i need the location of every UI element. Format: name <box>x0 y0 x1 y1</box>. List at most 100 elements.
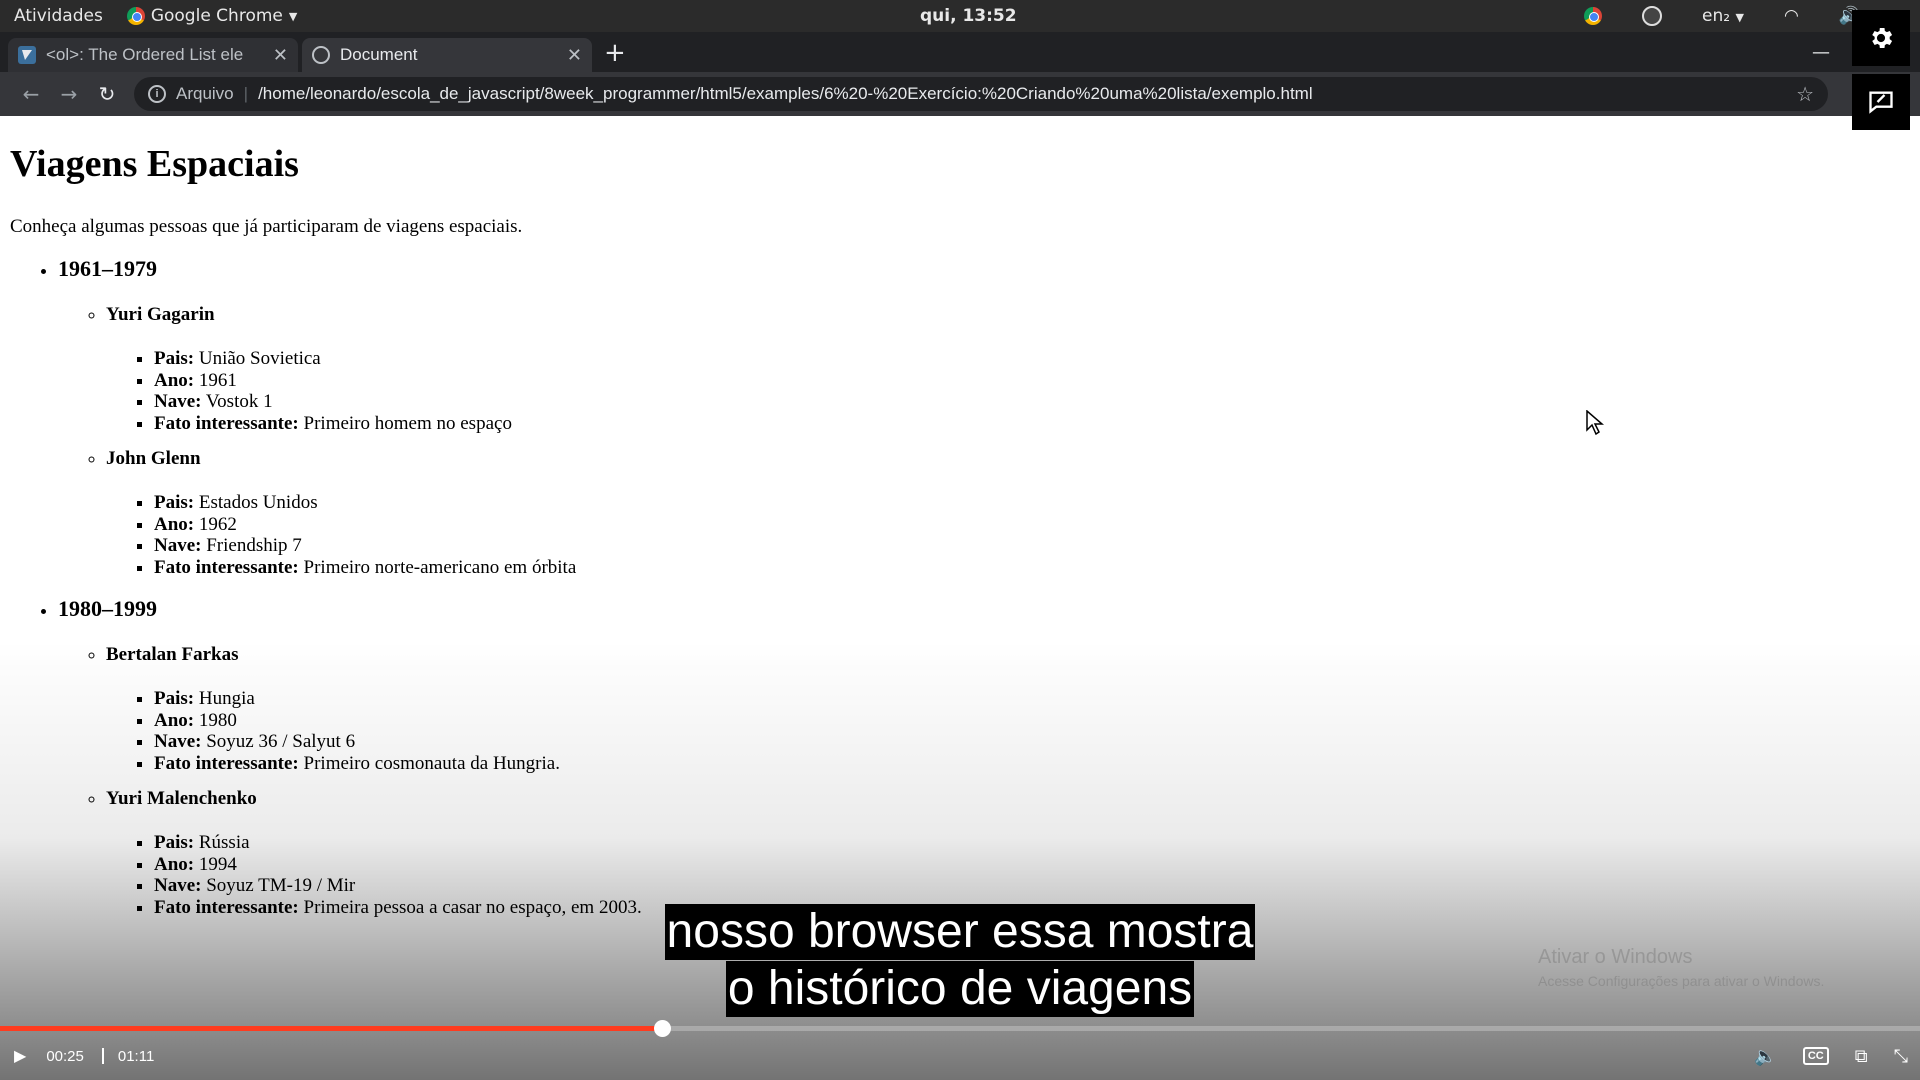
video-controls: ▶ 00:25 01:11 🔈 CC ⧉ ⤡ <box>0 1036 1920 1076</box>
tab-mdn-ol[interactable]: <ol>: The Ordered List ele ✕ <box>8 38 298 72</box>
exit-fullscreen-icon[interactable]: ⤡ <box>1894 1046 1908 1067</box>
fact-value: Rússia <box>198 832 250 853</box>
fact-key: Ano: <box>154 369 195 391</box>
fact-value: Primeiro homem no espaço <box>303 412 512 434</box>
app-menu[interactable]: Google Chrome ▼ <box>126 6 298 26</box>
fact-value: 1961 <box>198 369 237 391</box>
new-tab-button[interactable]: + <box>604 38 626 68</box>
chevron-down-icon: ▼ <box>1735 11 1744 24</box>
reload-button[interactable]: ↻ <box>88 82 126 106</box>
page-intro: Conheça algumas pessoas que já participa… <box>10 216 523 237</box>
era-label: 1961–1979 <box>58 256 157 281</box>
keyboard-layout-label: en₂ <box>1702 6 1731 26</box>
fact-key: Nave: <box>154 391 202 412</box>
gear-icon <box>1872 27 1893 49</box>
video-settings-button[interactable] <box>1852 10 1910 66</box>
address-bar[interactable]: i Arquivo | /home/leonardo/escola_de_jav… <box>134 77 1828 111</box>
tab-strip: <ol>: The Ordered List ele ✕ Document ✕ … <box>0 32 1920 72</box>
person-name: Bertalan Farkas <box>106 644 239 665</box>
person-item: Yuri Malenchenko Pais: Rússia Ano: 1994 … <box>106 788 1910 918</box>
fact-item: Nave: Friendship 7 <box>154 535 1910 557</box>
play-icon[interactable]: ▶ <box>14 1046 26 1066</box>
fact-key: Nave: <box>154 731 202 752</box>
video-subtitles: nosso browser essa mostra o histórico de… <box>0 904 1920 1018</box>
page-title: Viagens Espaciais <box>10 143 299 185</box>
fact-value: Vostok 1 <box>205 391 273 412</box>
picture-in-picture-icon[interactable]: ⧉ <box>1855 1046 1868 1067</box>
fact-key: Ano: <box>154 853 195 875</box>
fact-value: Hungia <box>198 688 255 709</box>
tab-title: Document <box>340 45 418 64</box>
person-item: Yuri Gagarin Pais: União Sovietica Ano: … <box>106 304 1910 434</box>
fact-value: Primeiro norte-americano em órbita <box>303 556 577 578</box>
close-icon[interactable]: ✕ <box>567 45 582 66</box>
wifi-icon[interactable]: ◠ <box>1784 6 1799 26</box>
fact-key: Fato interessante: <box>154 556 299 578</box>
video-progress-played <box>0 1026 663 1031</box>
info-icon[interactable]: i <box>148 85 166 103</box>
person-name: Yuri Malenchenko <box>106 788 257 809</box>
app-menu-label: Google Chrome <box>150 6 283 26</box>
fact-item: Ano: 1961 <box>154 370 1910 392</box>
person-item: Bertalan Farkas Pais: Hungia Ano: 1980 N… <box>106 644 1910 774</box>
fact-key: Pais: <box>154 492 195 513</box>
fact-value: 1994 <box>198 853 237 875</box>
fact-item: Pais: União Sovietica <box>154 348 1910 370</box>
system-clock[interactable]: qui, 13:52 <box>920 6 1017 26</box>
address-scheme-label: Arquivo <box>176 84 234 103</box>
obs-tray-icon[interactable] <box>1642 6 1663 26</box>
fact-item: Nave: Vostok 1 <box>154 391 1910 413</box>
fact-item: Pais: Hungia <box>154 688 1910 710</box>
era-item: 1980–1999 Bertalan Farkas Pais: Hungia A… <box>58 596 1910 918</box>
video-progress-bar[interactable] <box>0 1020 1920 1037</box>
video-duration: 01:11 <box>117 1047 155 1065</box>
tab-document[interactable]: Document ✕ <box>302 38 592 72</box>
mouse-cursor-icon <box>1586 410 1604 436</box>
era-item: 1961–1979 Yuri Gagarin Pais: União Sovie… <box>58 256 1910 578</box>
fact-value: Friendship 7 <box>206 535 302 556</box>
fact-value: União Sovietica <box>198 348 321 369</box>
fact-item: Ano: 1994 <box>154 854 1910 876</box>
bookmark-star-icon[interactable]: ☆ <box>1796 82 1814 107</box>
keyboard-layout[interactable]: en₂ ▼ <box>1702 6 1744 26</box>
fact-list: Pais: Estados Unidos Ano: 1962 Nave: Fri… <box>106 492 1910 578</box>
fact-item: Fato interessante: Primeiro norte-americ… <box>154 557 1910 579</box>
fact-value: Soyuz TM-19 / Mir <box>206 875 356 896</box>
fact-list: Pais: União Sovietica Ano: 1961 Nave: Vo… <box>106 348 1910 434</box>
person-name: John Glenn <box>106 448 201 469</box>
system-tray: en₂ ▼ ◠ 🔊 <box>1584 6 1860 26</box>
volume-button[interactable]: 🔈 <box>1754 1046 1776 1067</box>
activities-button[interactable]: Atividades <box>14 6 103 26</box>
fact-key: Ano: <box>154 709 195 731</box>
fact-item: Ano: 1962 <box>154 514 1910 536</box>
chrome-tray-icon[interactable] <box>1584 7 1603 25</box>
close-icon[interactable]: ✕ <box>273 45 288 66</box>
subtitle-line: nosso browser essa mostra <box>664 904 1256 960</box>
person-item: John Glenn Pais: Estados Unidos Ano: 196… <box>106 448 1910 578</box>
fact-value: 1980 <box>198 709 237 731</box>
fact-value: Soyuz 36 / Salyut 6 <box>206 731 356 752</box>
address-url[interactable]: /home/leonardo/escola_de_javascript/8wee… <box>258 84 1313 104</box>
time-divider <box>101 1048 104 1064</box>
forward-button[interactable]: → <box>50 82 88 106</box>
fact-key: Fato interessante: <box>154 412 299 434</box>
people-list: Yuri Gagarin Pais: União Sovietica Ano: … <box>58 304 1910 578</box>
chevron-down-icon: ▼ <box>288 9 298 23</box>
fact-key: Pais: <box>154 348 195 369</box>
captions-icon[interactable]: CC <box>1802 1047 1829 1065</box>
fact-value: Primeiro cosmonauta da Hungria. <box>303 752 560 774</box>
globe-icon <box>312 46 330 64</box>
fact-key: Pais: <box>154 688 195 709</box>
video-current-time: 00:25 <box>46 1047 84 1065</box>
fact-item: Ano: 1980 <box>154 710 1910 732</box>
fact-item: Pais: Rússia <box>154 832 1910 854</box>
minimize-window-button[interactable]: — <box>1812 42 1830 63</box>
video-feedback-button[interactable] <box>1852 74 1910 130</box>
system-top-bar: Atividades Google Chrome ▼ qui, 13:52 en… <box>0 0 1920 32</box>
era-list: 1961–1979 Yuri Gagarin Pais: União Sovie… <box>10 256 1910 918</box>
fact-value: 1962 <box>198 513 237 535</box>
back-button[interactable]: ← <box>12 82 50 106</box>
fact-key: Pais: <box>154 832 195 853</box>
fact-item: Fato interessante: Primeiro homem no esp… <box>154 413 1910 435</box>
fact-key: Ano: <box>154 513 195 535</box>
